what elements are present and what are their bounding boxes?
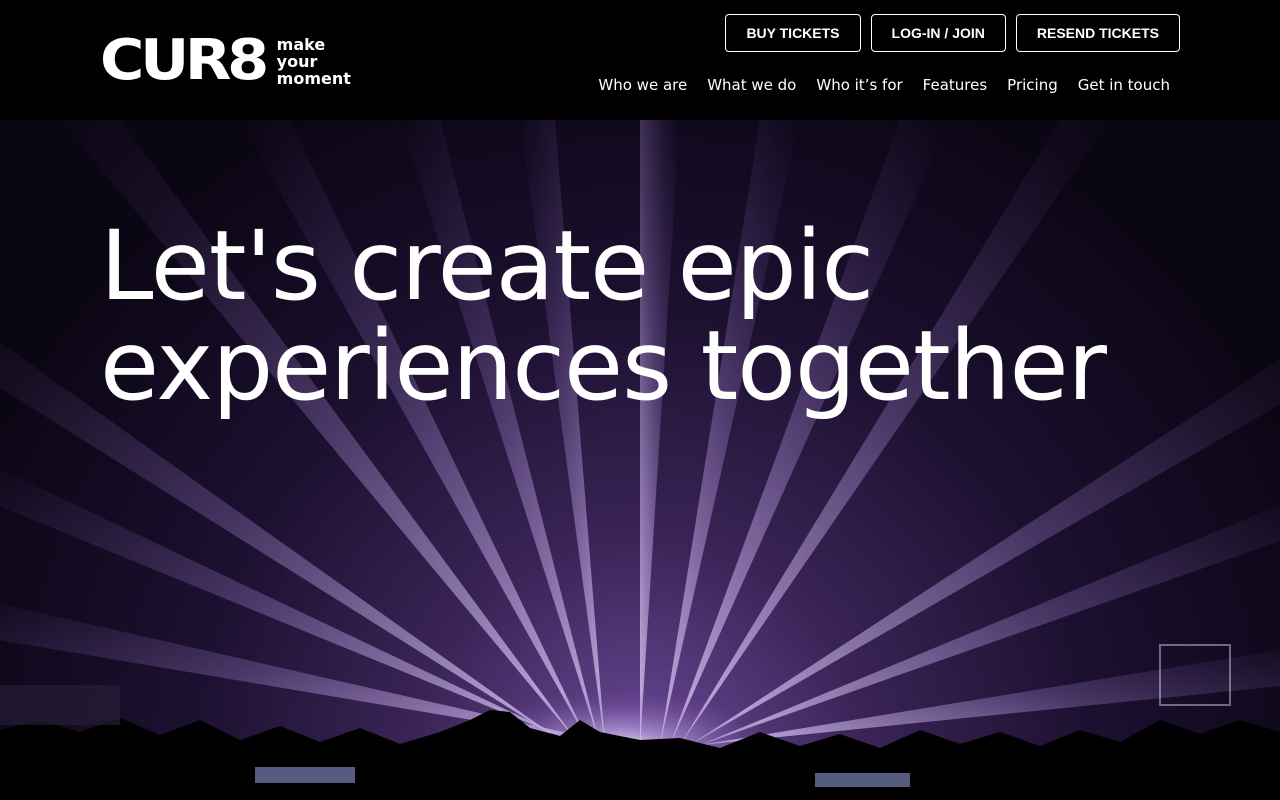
top-action-buttons: BUY TICKETS LOG-IN / JOIN RESEND TICKETS bbox=[725, 14, 1180, 52]
nav-item-pricing[interactable]: Pricing bbox=[1007, 76, 1058, 94]
tagline-line-1: make bbox=[276, 34, 326, 54]
nav-item-what-we-do[interactable]: What we do bbox=[707, 76, 796, 94]
login-join-button[interactable]: LOG-IN / JOIN bbox=[870, 14, 1006, 52]
hero-section: Let's create epic experiences together bbox=[0, 120, 1280, 800]
buy-tickets-button[interactable]: BUY TICKETS bbox=[725, 14, 861, 52]
brand-tagline: make your moment bbox=[277, 36, 351, 87]
site-header: CUR8 make your moment BUY TICKETS LOG-IN… bbox=[0, 0, 1280, 120]
tagline-line-3: moment bbox=[276, 68, 351, 88]
nav-item-get-in-touch[interactable]: Get in touch bbox=[1078, 76, 1170, 94]
nav-item-features[interactable]: Features bbox=[923, 76, 988, 94]
nav-item-who-we-are[interactable]: Who we are bbox=[598, 76, 687, 94]
logo-wordmark: CUR8 bbox=[100, 28, 269, 93]
hero-heading: Let's create epic experiences together bbox=[100, 216, 1107, 416]
hero-heading-line-1: Let's create epic bbox=[100, 210, 874, 322]
main-nav: Who we are What we do Who it’s for Featu… bbox=[598, 76, 1170, 94]
resend-tickets-button[interactable]: RESEND TICKETS bbox=[1015, 14, 1180, 52]
nav-item-who-its-for[interactable]: Who it’s for bbox=[816, 76, 902, 94]
brand-logo[interactable]: CUR8 make your moment bbox=[100, 26, 351, 96]
hero-heading-line-2: experiences together bbox=[100, 310, 1107, 422]
tagline-line-2: your bbox=[276, 51, 318, 71]
